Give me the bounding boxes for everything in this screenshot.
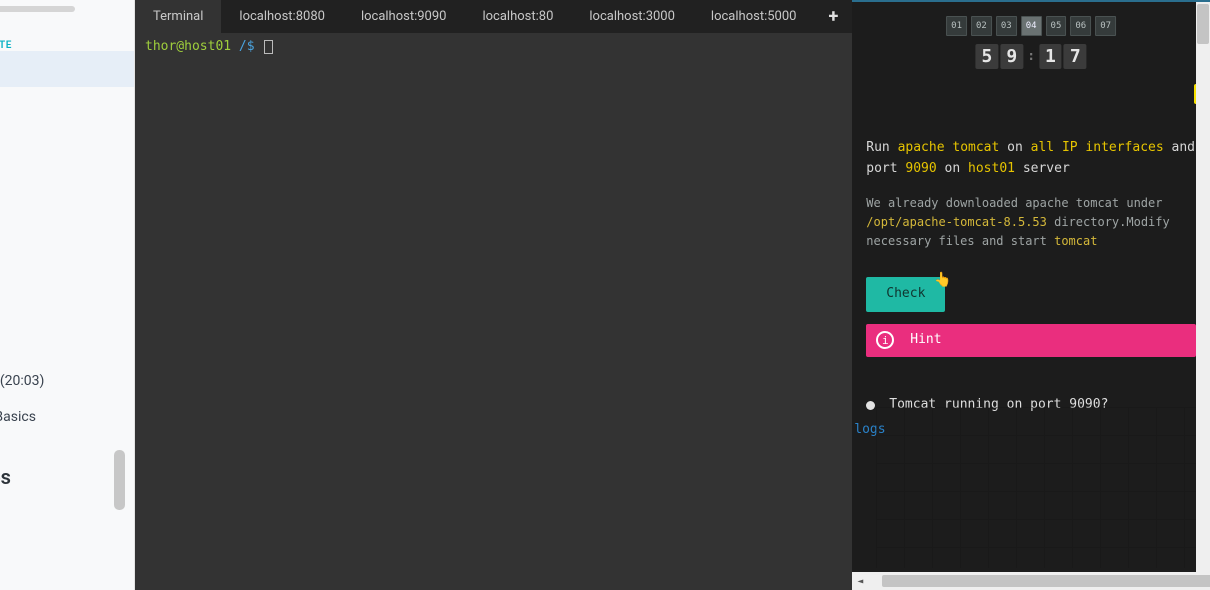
vertical-scrollbar-thumb[interactable] <box>1197 4 1209 44</box>
background-pattern <box>876 407 1210 568</box>
step-pill[interactable]: 07 <box>1095 16 1116 36</box>
task-panel: 01 02 03 04 05 06 07 5 9 : 1 7 ▶| Run ap… <box>852 0 1210 590</box>
mouse-cursor-icon: 👆 <box>934 269 951 291</box>
task-keyword: apache tomcat <box>898 140 1000 155</box>
scroll-left-icon[interactable]: ◄ <box>852 573 868 589</box>
tab-localhost-8080[interactable]: localhost:8080 <box>221 0 343 33</box>
sidebar-item[interactable]: ngoDB <box>0 291 134 327</box>
terminal-body[interactable]: thor@host01 /$ <box>135 33 852 590</box>
task-text: on <box>945 161 968 176</box>
sidebar-item[interactable]: and Ports <box>0 51 134 87</box>
info-icon: i <box>876 331 894 349</box>
check-button-label: Check <box>886 286 925 301</box>
step-pill[interactable]: 02 <box>971 16 992 36</box>
step-pill[interactable]: 01 <box>946 16 967 36</box>
terminal-cursor <box>264 40 273 54</box>
hint-button[interactable]: i Hint <box>866 324 1196 357</box>
sidebar-scrollbar-thumb[interactable] <box>114 450 125 510</box>
task-description: Run apache tomcat on all IP interfaces a… <box>866 138 1196 416</box>
task-sub-pre: We already downloaded apache tomcat unde… <box>866 196 1162 210</box>
sidebar-item[interactable]: (5:20) <box>0 255 134 291</box>
timer-colon: : <box>1025 49 1037 64</box>
terminal-tabbar: Terminal localhost:8080 localhost:9090 l… <box>135 0 852 33</box>
horizontal-scrollbar-thumb[interactable] <box>882 575 1210 587</box>
progress-bar <box>0 6 75 12</box>
tab-localhost-3000[interactable]: localhost:3000 <box>571 0 693 33</box>
tab-localhost-5000[interactable]: localhost:5000 <box>693 0 815 33</box>
terminal-pane: Terminal localhost:8080 localhost:9090 l… <box>135 0 852 590</box>
timer-digit: 5 <box>976 44 999 69</box>
task-subtext: We already downloaded apache tomcat unde… <box>866 194 1196 252</box>
timer-digit: 7 <box>1064 44 1087 69</box>
tab-localhost-80[interactable]: localhost:80 <box>464 0 571 33</box>
task-text: server <box>1023 161 1070 176</box>
checklist-dot-icon <box>866 401 875 410</box>
step-pill[interactable]: 05 <box>1046 16 1067 36</box>
sidebar-section-heading: s <box>0 117 134 141</box>
step-pill[interactable]: 03 <box>996 16 1017 36</box>
task-sub-path: /opt/apache-tomcat-8.5.53 <box>866 215 1047 229</box>
task-keyword: all IP interfaces <box>1031 140 1164 155</box>
complete-tag: PLETE <box>0 40 134 51</box>
tab-terminal[interactable]: Terminal <box>135 0 221 33</box>
task-text: on <box>1007 140 1030 155</box>
sidebar-item[interactable]: Basics (20:03) <box>0 363 134 399</box>
task-keyword: 9090 <box>905 161 936 176</box>
sidebar-item[interactable]: 0:18) <box>0 183 134 219</box>
timer-digit: 1 <box>1039 44 1062 69</box>
task-text: Run <box>866 140 897 155</box>
course-sidebar: PLETE and Ports s on (5:33) 0:18) QL (5:… <box>0 0 135 590</box>
sidebar-item[interactable]: on (5:33) <box>0 147 134 183</box>
check-button[interactable]: Check 👆 <box>866 277 945 312</box>
hint-label: Hint <box>910 330 941 351</box>
tab-localhost-9090[interactable]: localhost:9090 <box>343 0 465 33</box>
horizontal-scrollbar[interactable]: ◄ ► <box>852 572 1210 590</box>
prompt-user: thor@host01 <box>145 39 231 54</box>
sidebar-item[interactable]: QL <box>0 219 134 255</box>
task-sub-keyword: tomcat <box>1054 234 1097 248</box>
horizontal-scrollbar-track[interactable] <box>868 574 1194 588</box>
vertical-scrollbar[interactable] <box>1196 2 1210 572</box>
step-pill[interactable]: 04 <box>1021 16 1042 36</box>
timer-digit: 9 <box>1000 44 1023 69</box>
countdown-timer: 5 9 : 1 7 <box>976 44 1087 69</box>
new-tab-button[interactable]: + <box>814 0 852 33</box>
task-keyword: host01 <box>968 161 1015 176</box>
sidebar-item[interactable]: & TLS Basics <box>0 399 134 435</box>
step-pill[interactable]: 06 <box>1070 16 1091 36</box>
step-pills: 01 02 03 04 05 06 07 <box>946 16 1116 36</box>
prompt-path: /$ <box>239 39 255 54</box>
